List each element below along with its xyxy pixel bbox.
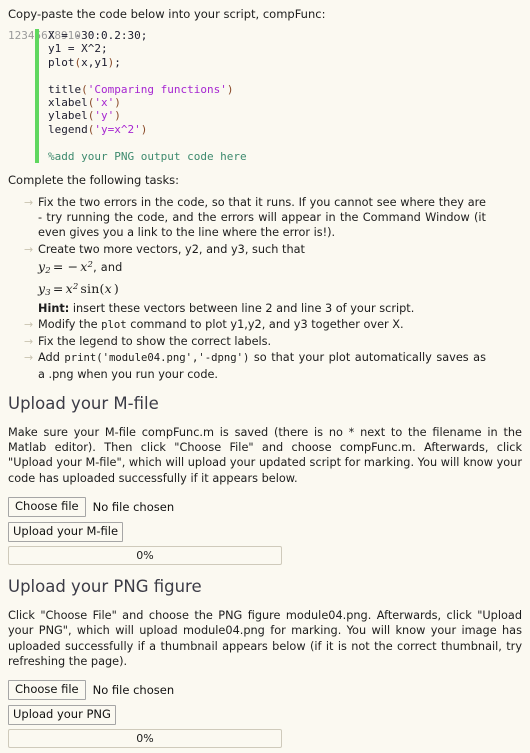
code-token: ylabel	[48, 109, 88, 123]
code-line: X = -30:0.2:30;	[48, 29, 522, 42]
png-selected-filename: No file chosen	[92, 683, 175, 698]
task-item-create-vectors: → Create two more vectors, y2, and y3, s…	[24, 242, 522, 316]
formula-y3: y3 = x2 sin(x)	[38, 280, 119, 298]
code-token: %add your PNG output code here	[48, 149, 247, 163]
task-text-tail: command to plot y1,y2, and y3 together o…	[126, 317, 404, 331]
code-token: title	[48, 82, 82, 96]
section-heading-mfile: Upload your M-file	[8, 393, 159, 413]
code-content: X = -30:0.2:30; y1 = X^2; plot(x,y1); titl…	[48, 29, 522, 163]
hint-text: insert these vectors between line 2 and …	[69, 301, 415, 315]
code-line: plot(x,y1);	[48, 56, 522, 69]
tasks-heading: Complete the following tasks:	[8, 173, 180, 188]
code-line-number: 4	[27, 29, 35, 42]
code-line-numbers: 12345678910	[8, 29, 81, 163]
arrow-bullet-icon: →	[24, 196, 34, 210]
upload-mfile-button[interactable]: Upload your M-file	[8, 521, 124, 542]
code-line-number: 1	[8, 29, 15, 42]
task-item-fix-legend: → Fix the legend to show the correct lab…	[24, 334, 522, 349]
mfile-progress-label: 0%	[136, 548, 154, 562]
task-text: Fix the legend to show the correct label…	[38, 335, 272, 349]
task-text-lead: Add	[38, 351, 65, 365]
task-text: Fix the two errors in the code, so that …	[38, 196, 486, 240]
code-token: y1 = X^2;	[48, 42, 108, 56]
task-item-add-print: → Add print('module04.png','-dpng') so t…	[24, 350, 522, 381]
code-token: )	[226, 82, 234, 96]
task-text-lead: Modify the	[38, 317, 102, 331]
code-token: x,y1	[81, 55, 108, 69]
upload-png-button[interactable]: Upload your PNG	[8, 705, 116, 726]
code-token: plot	[48, 55, 75, 69]
code-token: 'y'	[94, 109, 115, 123]
code-token: legend	[48, 122, 88, 136]
code-accent-bar	[35, 29, 39, 164]
code-token: 'Comparing functions'	[87, 82, 227, 96]
png-progress-label: 0%	[136, 732, 154, 746]
code-block: 12345678910 X = -30:0.2:30;y1 = X^2;plot…	[8, 29, 522, 164]
code-line: xlabel('x')	[48, 96, 522, 109]
code-token: ;	[114, 55, 121, 69]
code-token: )	[114, 96, 121, 110]
arrow-bullet-icon: →	[24, 242, 34, 256]
arrow-bullet-icon: →	[24, 317, 34, 331]
arrow-bullet-icon: →	[24, 335, 34, 349]
mfile-selected-filename: No file chosen	[92, 499, 175, 514]
code-token: X = -30:0.2:30;	[48, 29, 148, 42]
code-token: )	[114, 109, 121, 123]
inline-code-plot: plot	[101, 318, 127, 331]
code-line: %add your PNG output code here	[48, 150, 522, 163]
task-hint: Hint: insert these vectors between line …	[38, 301, 486, 316]
png-file-input-row[interactable]: Choose file No file chosen	[8, 680, 522, 701]
mfile-instructions: Make sure your M-file compFunc.m is save…	[8, 425, 522, 485]
code-token: 'x'	[94, 96, 115, 110]
code-token: 'y=x^2'	[94, 122, 141, 136]
task-item-fix-errors: → Fix the two errors in the code, so tha…	[24, 195, 522, 241]
section-heading-png: Upload your PNG figure	[8, 576, 202, 596]
code-line: legend('y=x^2')	[48, 123, 522, 136]
formula-y2: y2 = − x2, and	[38, 258, 123, 276]
mfile-file-input-row[interactable]: Choose file No file chosen	[8, 496, 522, 517]
code-token: )	[140, 122, 148, 136]
task-list: → Fix the two errors in the code, so tha…	[8, 195, 522, 382]
png-instructions: Click "Choose File" and choose the PNG f…	[8, 608, 522, 668]
code-line: ylabel('y')	[48, 109, 522, 122]
code-token: xlabel	[48, 96, 88, 110]
png-progress-bar: 0%	[8, 729, 282, 749]
task-item-modify-plot: → Modify the plot command to plot y1,y2,…	[24, 317, 522, 333]
code-line: y1 = X^2;	[48, 42, 522, 55]
code-line: title('Comparing functions')	[48, 83, 522, 96]
code-token: (	[81, 82, 88, 96]
hint-label: Hint:	[38, 301, 70, 315]
page-root: Copy-paste the code below into your scri…	[0, 0, 530, 749]
mfile-choose-file-button[interactable]: Choose file	[8, 496, 86, 517]
inline-code-print: print('module04.png','-dpng')	[64, 352, 250, 365]
mfile-progress-bar: 0%	[8, 545, 282, 565]
intro-text: Copy-paste the code below into your scri…	[8, 7, 326, 21]
code-line-number: 3	[21, 29, 28, 42]
png-choose-file-button[interactable]: Choose file	[8, 680, 86, 701]
task-text: Create two more vectors, y2, and y3, suc…	[38, 242, 305, 256]
arrow-bullet-icon: →	[24, 351, 34, 365]
code-line-number: 6	[41, 29, 48, 42]
